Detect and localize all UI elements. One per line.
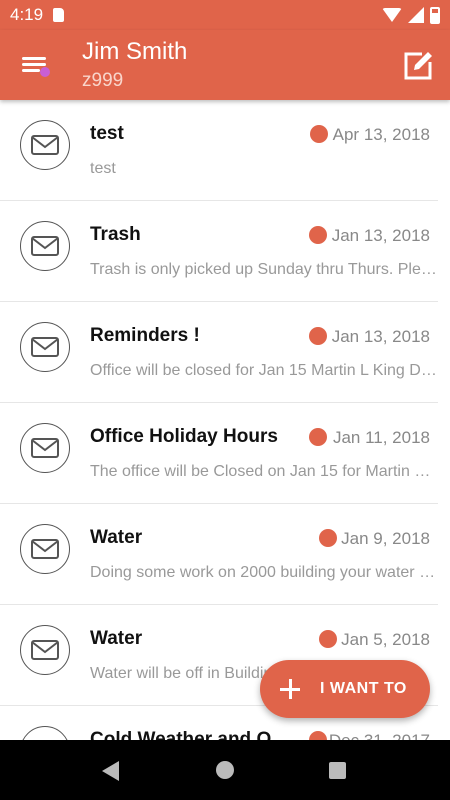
user-id: z999 (82, 70, 124, 91)
status-bar: 4:19 (0, 0, 450, 30)
message-date: Dec 31, 2017 (329, 731, 430, 740)
message-row[interactable]: test Apr 13, 2018 test (0, 100, 438, 201)
mail-icon (20, 726, 70, 740)
message-subject: Office Holiday Hours (90, 426, 278, 447)
message-subject: Reminders ! (90, 325, 200, 346)
unread-dot (309, 731, 327, 740)
message-subject: test (90, 123, 124, 144)
status-time: 4:19 (10, 5, 44, 24)
home-icon[interactable] (216, 761, 234, 779)
unread-dot (309, 226, 327, 244)
message-subject: Trash (90, 224, 141, 245)
message-row[interactable]: Office Holiday Hours Jan 11, 2018 The of… (0, 403, 438, 504)
message-row[interactable]: Water Jan 9, 2018 Doing some work on 200… (0, 504, 438, 605)
battery-icon (430, 6, 440, 24)
mail-icon (20, 423, 70, 473)
unread-dot (309, 327, 327, 345)
navigation-bar (0, 740, 450, 800)
mail-icon (20, 322, 70, 372)
message-date: Jan 13, 2018 (331, 327, 430, 346)
status-icons (382, 6, 440, 24)
recent-apps-icon[interactable] (329, 762, 346, 779)
mail-icon (20, 524, 70, 574)
signal-icon (408, 7, 424, 23)
message-date: Jan 9, 2018 (341, 529, 430, 548)
wifi-icon (382, 8, 402, 22)
sd-card-icon (53, 8, 65, 22)
message-date: Jan 11, 2018 (332, 428, 430, 447)
message-subject: Cold Weather and O (90, 729, 272, 740)
notification-badge (40, 67, 50, 77)
message-preview: test (90, 160, 116, 177)
user-name: Jim Smith (82, 38, 188, 65)
message-date: Apr 13, 2018 (332, 125, 430, 144)
compose-icon[interactable] (402, 50, 434, 82)
mail-icon (20, 221, 70, 271)
message-preview: Trash is only picked up Sunday thru Thur… (90, 261, 438, 278)
message-subject: Water (90, 628, 143, 649)
app-bar: Jim Smith z999 (0, 30, 450, 100)
message-preview: Doing some work on 2000 building your wa… (90, 564, 438, 581)
unread-dot (310, 125, 328, 143)
mail-icon (20, 120, 70, 170)
unread-dot (319, 529, 337, 547)
message-list: test Apr 13, 2018 test Trash Jan 13, 201… (0, 100, 438, 740)
fab-label: I WANT TO (320, 680, 407, 697)
mail-icon (20, 625, 70, 675)
message-subject: Water (90, 527, 143, 548)
unread-dot (319, 630, 337, 648)
message-row[interactable]: Reminders ! Jan 13, 2018 Office will be … (0, 302, 438, 403)
message-date: Jan 13, 2018 (331, 226, 430, 245)
back-icon[interactable] (102, 761, 119, 781)
scrollbar[interactable] (438, 100, 450, 740)
message-date: Jan 5, 2018 (341, 630, 430, 649)
message-preview: Office will be closed for Jan 15 Martin … (90, 362, 438, 379)
unread-dot (309, 428, 327, 446)
message-preview: The office will be Closed on Jan 15 for … (90, 463, 438, 480)
plus-icon (280, 679, 300, 699)
i-want-to-button[interactable]: I WANT TO (260, 660, 430, 718)
menu-icon[interactable] (22, 55, 50, 77)
message-row[interactable]: Trash Jan 13, 2018 Trash is only picked … (0, 201, 438, 302)
